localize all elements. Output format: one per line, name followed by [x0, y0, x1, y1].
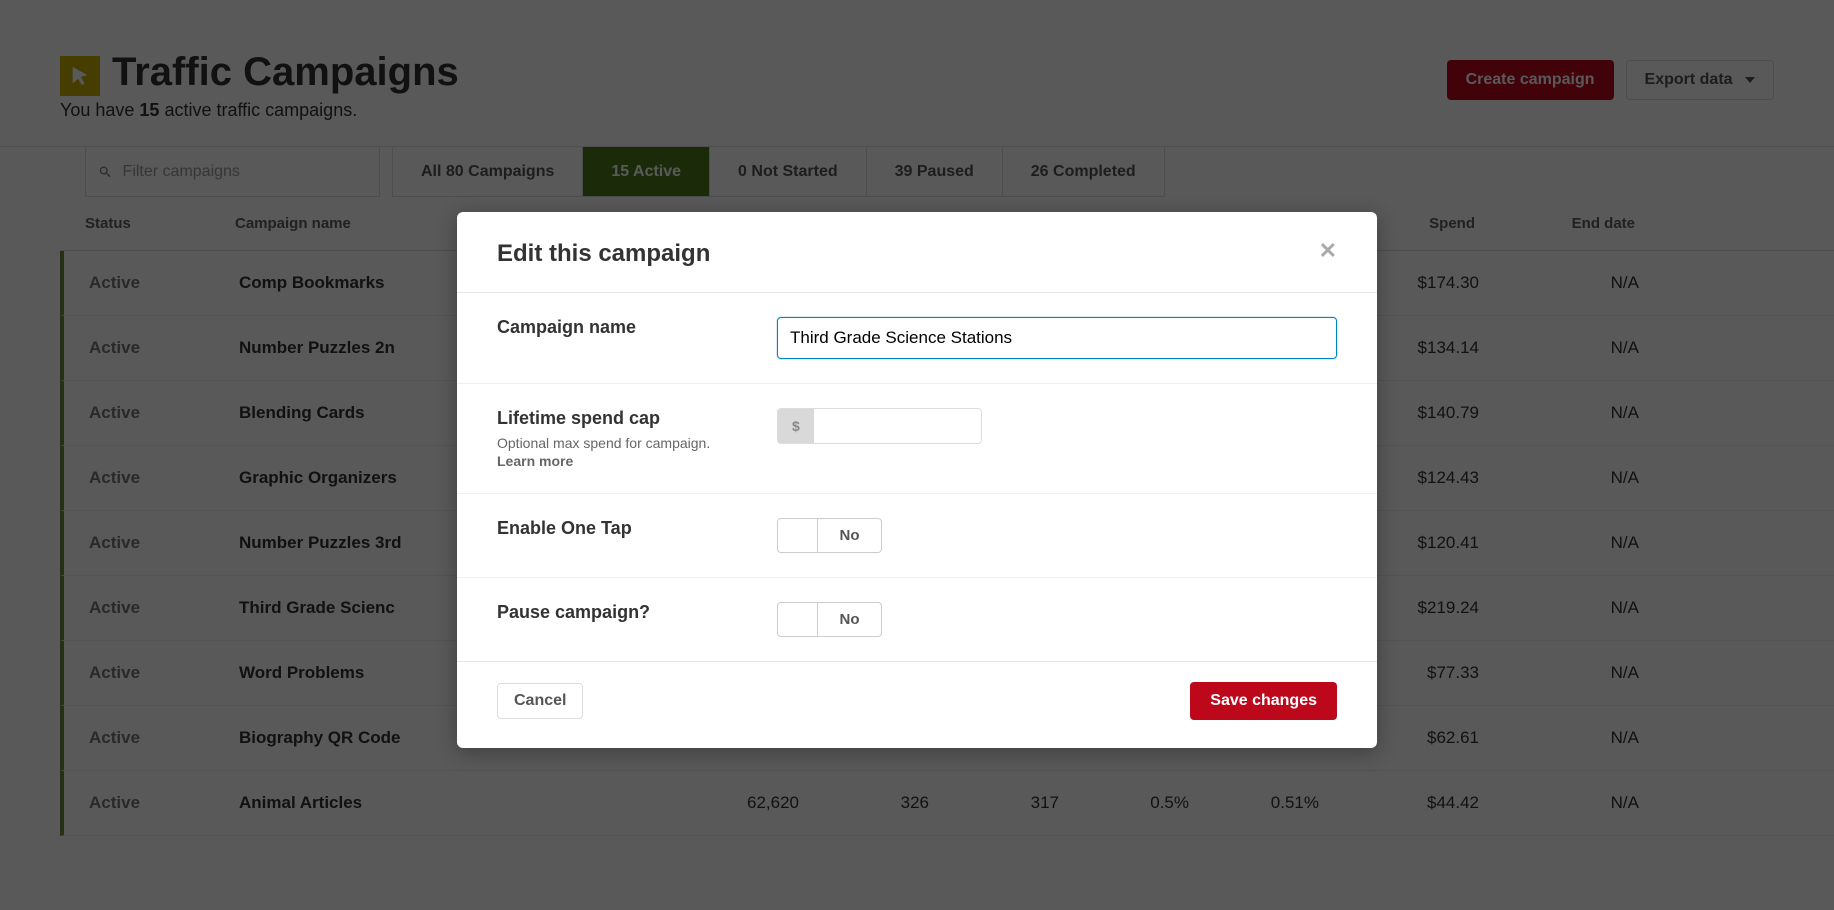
spend-cap-input-group: $	[777, 408, 982, 444]
save-button[interactable]: Save changes	[1190, 682, 1337, 720]
edit-campaign-modal: Edit this campaign ✕ Campaign name Lifet…	[457, 212, 1377, 748]
dollar-prefix: $	[778, 409, 814, 443]
close-icon[interactable]: ✕	[1319, 240, 1337, 262]
campaign-name-label: Campaign name	[497, 317, 757, 338]
cancel-button[interactable]: Cancel	[497, 683, 583, 719]
learn-more-link[interactable]: Learn more	[497, 453, 757, 469]
pause-toggle[interactable]: No	[777, 602, 882, 637]
spend-cap-label: Lifetime spend cap Optional max spend fo…	[497, 408, 757, 469]
modal-title: Edit this campaign	[497, 240, 710, 268]
spend-cap-input[interactable]	[814, 409, 981, 443]
modal-overlay[interactable]: Edit this campaign ✕ Campaign name Lifet…	[0, 0, 1834, 910]
one-tap-label: Enable One Tap	[497, 518, 757, 539]
campaign-name-input[interactable]	[777, 317, 1337, 359]
pause-label: Pause campaign?	[497, 602, 757, 623]
one-tap-toggle[interactable]: No	[777, 518, 882, 553]
